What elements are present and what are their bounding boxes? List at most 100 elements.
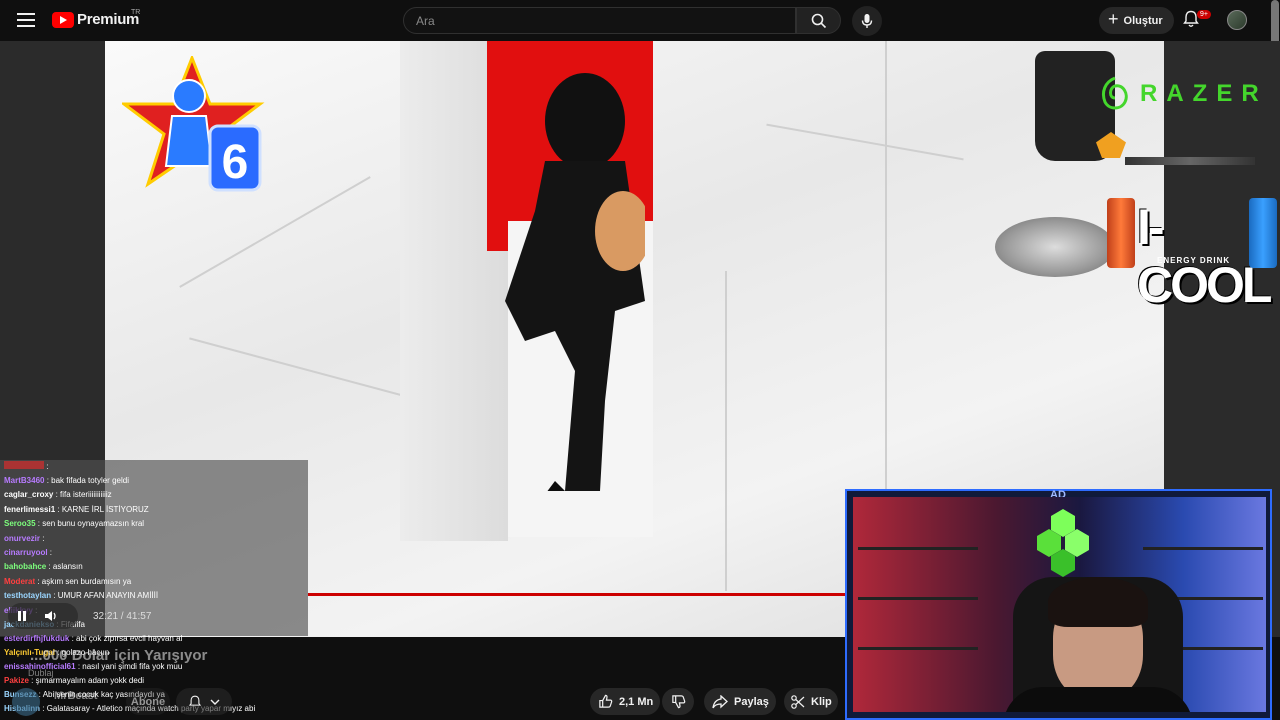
chat-username[interactable]: testhotaylan [4, 591, 51, 600]
top-bar: Premium TR + Oluştur 9+ [0, 0, 1280, 41]
chevron-down-icon [210, 699, 220, 705]
search-input[interactable] [404, 8, 795, 33]
badge-number: 6 [222, 136, 249, 189]
chat-separator: : [40, 533, 45, 543]
clip-button[interactable]: Klip [784, 688, 838, 715]
sponsor-bar [1125, 157, 1255, 165]
chat-line: cinarruyool : [0, 546, 308, 560]
chat-separator: : [35, 576, 42, 586]
chat-username[interactable]: MartB3460 [4, 476, 44, 485]
chat-message: aşkım sen burdamısın ya [41, 576, 132, 586]
subscribe-button[interactable]: Abone [126, 688, 170, 715]
subscription-bell-button[interactable] [176, 688, 232, 715]
chat-message: fifa isteriiiiiiiiiiiz [60, 490, 112, 500]
search-button[interactable] [796, 7, 841, 34]
create-label: Oluştur [1123, 14, 1163, 27]
channel-star-badge: 6 [122, 56, 265, 192]
chat-message: bak fifada totyler geldi [51, 476, 129, 485]
pause-icon[interactable] [16, 610, 28, 622]
youtube-play-icon [52, 11, 74, 28]
search-box[interactable] [403, 7, 796, 34]
plus-icon: + [1108, 9, 1119, 29]
chat-line: Seroo35 : sen bunu oynayamazsın kral [0, 517, 308, 531]
chat-message: sen bunu oynayamazsın kral [42, 519, 145, 529]
shelf [858, 597, 978, 600]
video-title: ...000 Dolar için Yarışıyor [30, 647, 208, 664]
chat-message: abi çok zıpırsa evcil hayvan al [76, 634, 183, 643]
icool-can-blue [1249, 198, 1277, 268]
chat-message: aslansın [52, 562, 83, 572]
player-left-controls [8, 603, 78, 629]
chat-line: testhotaylan : UMUR AFAN ANAYIN AMİİİİ [0, 589, 308, 603]
chat-username[interactable]: Seroo35 [4, 519, 36, 528]
channel-avatar[interactable] [12, 688, 40, 716]
chat-line: onurvezir : [0, 532, 308, 546]
time-display: 32:21 / 41:57 [93, 611, 152, 622]
scissors-icon [791, 694, 805, 709]
chat-separator: : [46, 562, 53, 572]
chat-username[interactable]: onurvezir [4, 534, 40, 543]
chat-username[interactable]: cinarruyool [4, 548, 48, 557]
chat-line: bahobahce : aslansın [0, 560, 308, 574]
chat-username[interactable]: bahobahce [4, 562, 46, 571]
chat-separator: : [47, 548, 53, 558]
chat-separator: : [55, 504, 62, 514]
like-button[interactable]: 2,1 Mn [590, 688, 660, 715]
microphone-icon [861, 14, 873, 28]
razer-sponsor-text: RAZER [1140, 80, 1268, 107]
dislike-button[interactable] [662, 688, 694, 715]
chat-message: KARNE İRL İSTİYORUZ [61, 504, 149, 514]
volume-icon[interactable] [44, 610, 58, 622]
create-button[interactable]: + Oluştur [1099, 7, 1174, 34]
shelf [858, 547, 978, 550]
chat-separator: : [51, 591, 58, 601]
notification-badge: 9+ [1197, 10, 1211, 19]
wall-edge [766, 123, 964, 161]
thumbs-up-icon [599, 694, 613, 708]
share-button[interactable]: Paylaş [704, 688, 776, 715]
chat-line: : [0, 460, 308, 474]
channel-name[interactable]: MrBeast [54, 690, 97, 702]
razer-logo-icon [1101, 76, 1128, 110]
hamburger-icon[interactable] [17, 13, 35, 27]
wall-edge [725, 271, 727, 591]
user-avatar[interactable] [1227, 10, 1247, 30]
streamer-shirt [1003, 687, 1193, 712]
shelf [858, 647, 978, 650]
shelf [1143, 547, 1263, 550]
hexagon-light-panel [1037, 509, 1089, 577]
chat-username[interactable]: fenerlimessi1 [4, 505, 55, 514]
chat-username[interactable]: esterdirfhjfukduk [4, 634, 69, 643]
chat-message: UMUR AFAN ANAYIN AMİİİİ [57, 591, 159, 601]
streamer-hair [1048, 577, 1148, 627]
like-count: 2,1 Mn [619, 695, 654, 708]
chat-separator: : [40, 704, 47, 713]
bell-icon [188, 695, 202, 706]
icool-can-orange [1107, 198, 1135, 268]
search-icon [811, 13, 826, 28]
dub-label: Dublaj [28, 668, 54, 678]
chat-username[interactable]: caglar_croxy [4, 490, 53, 499]
youtube-logo[interactable]: Premium TR [52, 9, 141, 28]
chat-username[interactable]: Moderat [4, 577, 35, 586]
chat-line: Moderat : aşkım sen burdamısın ya [0, 575, 308, 589]
thumbs-down-icon [671, 695, 685, 709]
chat-line: fenerlimessi1 : KARNE İRL İSTİYORUZ [0, 503, 308, 517]
subscribe-label: Abone [130, 695, 166, 708]
voice-search-button[interactable] [852, 6, 882, 36]
logo-country: TR [131, 9, 141, 16]
icool-subtext: ENERGY DRINK [1157, 256, 1231, 265]
chat-line: MartB3460 : bak fifada totyler geldi [0, 474, 308, 488]
wall-edge [885, 41, 887, 521]
webcam-video [853, 497, 1266, 712]
metal-tray [995, 217, 1115, 277]
share-label: Paylaş [734, 695, 769, 708]
progress-bar[interactable] [308, 593, 851, 596]
masked-figure [505, 73, 645, 491]
icool-sponsor: I-COOL ENERGY DRINK [1107, 198, 1277, 313]
chat-username[interactable]: Pakize [4, 676, 29, 685]
chat-line: caglar_croxy : fifa isteriiiiiiiiiiiz [0, 488, 308, 502]
share-icon [712, 694, 728, 708]
chat-line: esterdirfhjfukduk : abi çok zıpırsa evci… [0, 632, 300, 646]
clip-label: Klip [811, 695, 832, 708]
